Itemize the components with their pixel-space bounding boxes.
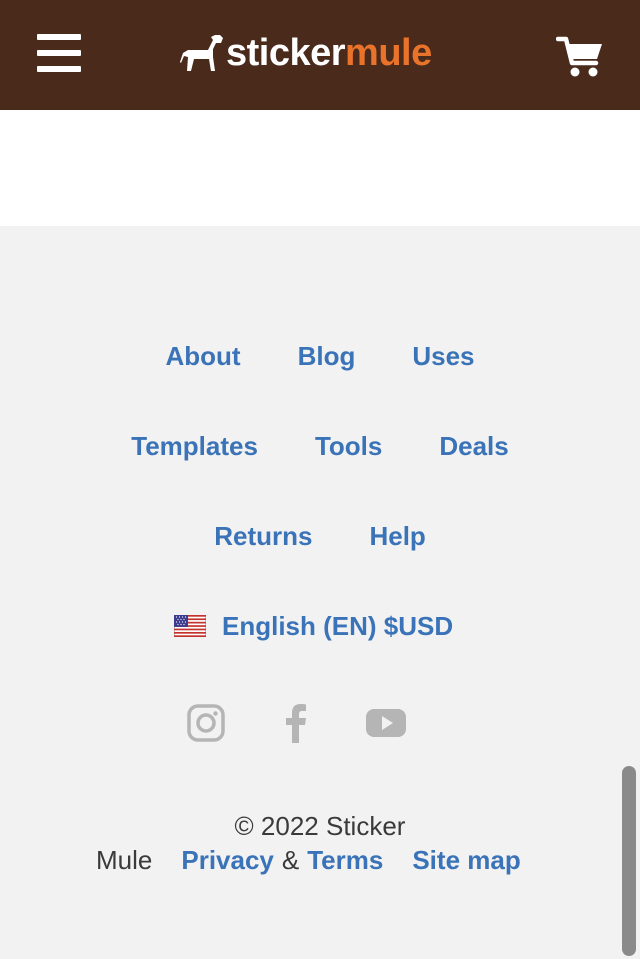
ampersand: & [281,845,300,875]
copyright-mule: Mule [96,845,153,875]
logo-word-mule: mule [345,32,432,74]
youtube-glyph [366,709,406,737]
youtube-icon[interactable] [366,703,406,743]
footer-link-returns[interactable]: Returns [214,521,312,551]
legal-links-row: Mule Privacy & Terms Site map [96,844,521,876]
facebook-icon[interactable] [276,703,316,743]
footer-link-blog[interactable]: Blog [298,341,356,371]
shopping-cart-icon[interactable] [555,35,604,79]
mule-logo-icon [180,35,223,71]
facebook-glyph [286,704,306,743]
terms-link[interactable]: Terms [307,844,383,876]
footer-links-row-2: Templates Tools Deals [0,431,640,461]
instagram-glyph [187,704,225,742]
sticker-mule-logo[interactable]: sticker mule [180,28,432,78]
cart-icon [555,36,602,77]
content-section: ... [0,110,640,226]
hamburger-menu-icon[interactable] [37,32,81,74]
page-scrollbar[interactable] [622,766,636,956]
language-currency-selector[interactable]: English (EN) $USD [174,611,453,641]
instagram-icon[interactable] [186,703,226,743]
footer-links-row-3: Returns Help [0,521,640,551]
us-flag-icon [174,615,206,637]
footer-link-deals[interactable]: Deals [439,431,508,461]
clipped-link-text[interactable]: ... [0,110,640,116]
footer-link-tools[interactable]: Tools [315,431,382,461]
copyright-text: © 2022 Sticker [234,811,406,841]
footer-links-row-1: About Blog Uses [0,341,640,371]
site-map-link[interactable]: Site map [412,844,520,876]
footer-link-templates[interactable]: Templates [131,431,258,461]
footer-link-help[interactable]: Help [369,521,425,551]
privacy-link[interactable]: Privacy [181,844,274,876]
footer-link-about[interactable]: About [165,341,240,371]
logo-word-sticker: sticker [226,32,346,74]
language-label[interactable]: English (EN) $USD [222,611,453,641]
top-navigation-bar: sticker mule [0,0,640,110]
footer-link-uses[interactable]: Uses [412,341,474,371]
